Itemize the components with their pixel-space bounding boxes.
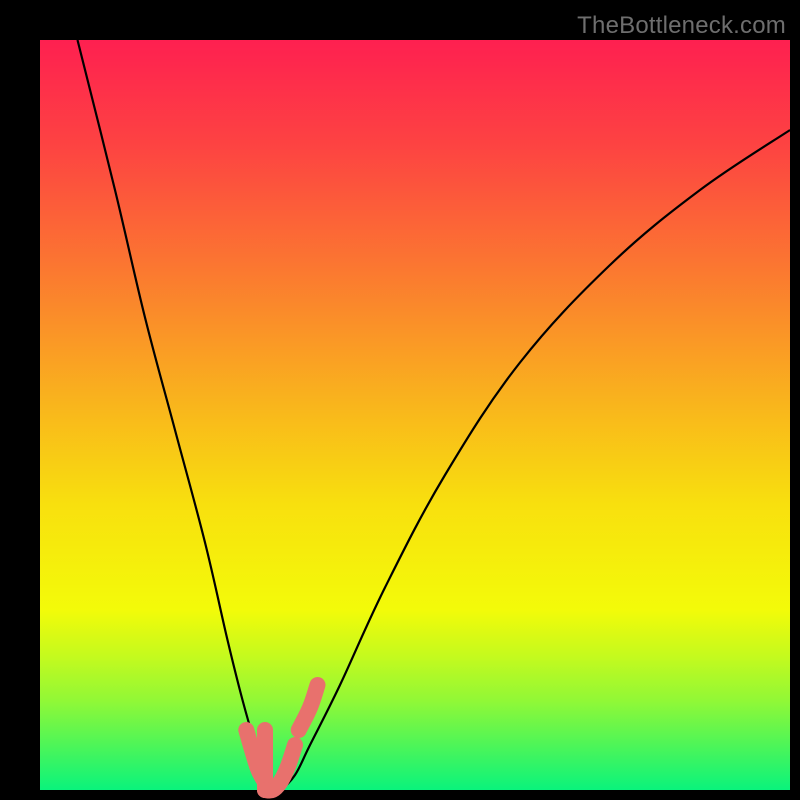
watermark-text: TheBottleneck.com [577, 12, 786, 40]
chart-svg [40, 40, 790, 790]
plot-area [40, 40, 790, 790]
figure-frame: TheBottleneck.com [0, 0, 800, 800]
gradient-background [40, 40, 790, 790]
